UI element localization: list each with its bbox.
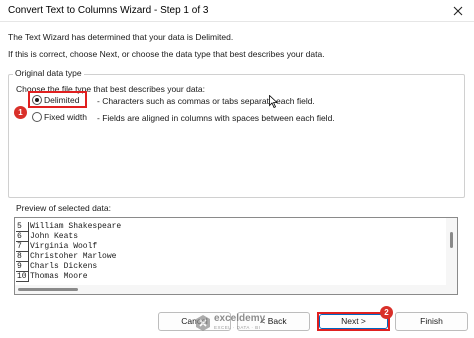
window-title: Convert Text to Columns Wizard - Step 1 … bbox=[8, 5, 209, 16]
preview-row-number: 7 bbox=[16, 242, 29, 252]
close-icon[interactable] bbox=[450, 3, 466, 19]
preview-row-number: 6 bbox=[16, 232, 29, 242]
preview-row-text: Thomas Moore bbox=[30, 272, 88, 281]
preview-row-text: John Keats bbox=[30, 232, 79, 241]
preview-row: 10 Thomas Moore bbox=[16, 272, 88, 282]
preview-row-number: 8 bbox=[16, 252, 29, 262]
preview-row: 7 Virginia Woolf bbox=[16, 242, 97, 252]
fixed-width-label[interactable]: Fixed width bbox=[44, 112, 87, 122]
preview-row: 6 John Keats bbox=[16, 232, 78, 242]
preview-row-number: 5 bbox=[16, 222, 29, 232]
preview-label: Preview of selected data: bbox=[16, 203, 111, 213]
intro-line-2: If this is correct, choose Next, or choo… bbox=[8, 49, 325, 59]
watermark-tagline: EXCEL · DATA · BI bbox=[214, 325, 261, 330]
preview-row-text: William Shakespeare bbox=[30, 222, 122, 231]
delimited-highlight-box bbox=[28, 91, 87, 108]
intro-line-1: The Text Wizard has determined that your… bbox=[8, 32, 234, 42]
preview-horizontal-scrollbar[interactable] bbox=[15, 285, 446, 294]
preview-row: 9 Charls Dickens bbox=[16, 262, 97, 272]
preview-row: 8 Christoher Marlowe bbox=[16, 252, 116, 262]
preview-row-text: Christoher Marlowe bbox=[30, 252, 117, 261]
horizontal-scroll-thumb[interactable] bbox=[18, 288, 78, 291]
preview-row-text: Virginia Woolf bbox=[30, 242, 98, 251]
mouse-cursor-icon bbox=[269, 95, 278, 108]
vertical-scroll-thumb[interactable] bbox=[450, 232, 453, 248]
watermark-brand: exceldemy bbox=[214, 313, 266, 324]
fixed-width-description: - Fields are aligned in columns with spa… bbox=[97, 113, 335, 123]
next-highlight-box bbox=[317, 312, 390, 331]
delimited-description: - Characters such as commas or tabs sepa… bbox=[97, 96, 315, 106]
finish-button[interactable]: Finish bbox=[395, 312, 468, 331]
preview-row: 5 William Shakespeare bbox=[16, 222, 121, 232]
preview-row-number: 9 bbox=[16, 262, 29, 272]
step-marker-2: 2 bbox=[380, 306, 393, 319]
fixed-width-radio[interactable] bbox=[32, 112, 42, 122]
preview-row-number: 10 bbox=[16, 272, 29, 282]
title-bar: Convert Text to Columns Wizard - Step 1 … bbox=[0, 0, 474, 22]
preview-row-text: Charls Dickens bbox=[30, 262, 98, 271]
step-marker-1: 1 bbox=[14, 106, 27, 119]
preview-vertical-scrollbar[interactable] bbox=[446, 218, 457, 294]
preview-box[interactable]: 5 William Shakespeare 6 John Keats 7 Virgin… bbox=[14, 217, 458, 295]
exceldemy-logo-icon bbox=[196, 315, 210, 331]
group-legend: Original data type bbox=[13, 68, 84, 78]
exceldemy-watermark: exceldemy EXCEL · DATA · BI bbox=[192, 312, 288, 334]
